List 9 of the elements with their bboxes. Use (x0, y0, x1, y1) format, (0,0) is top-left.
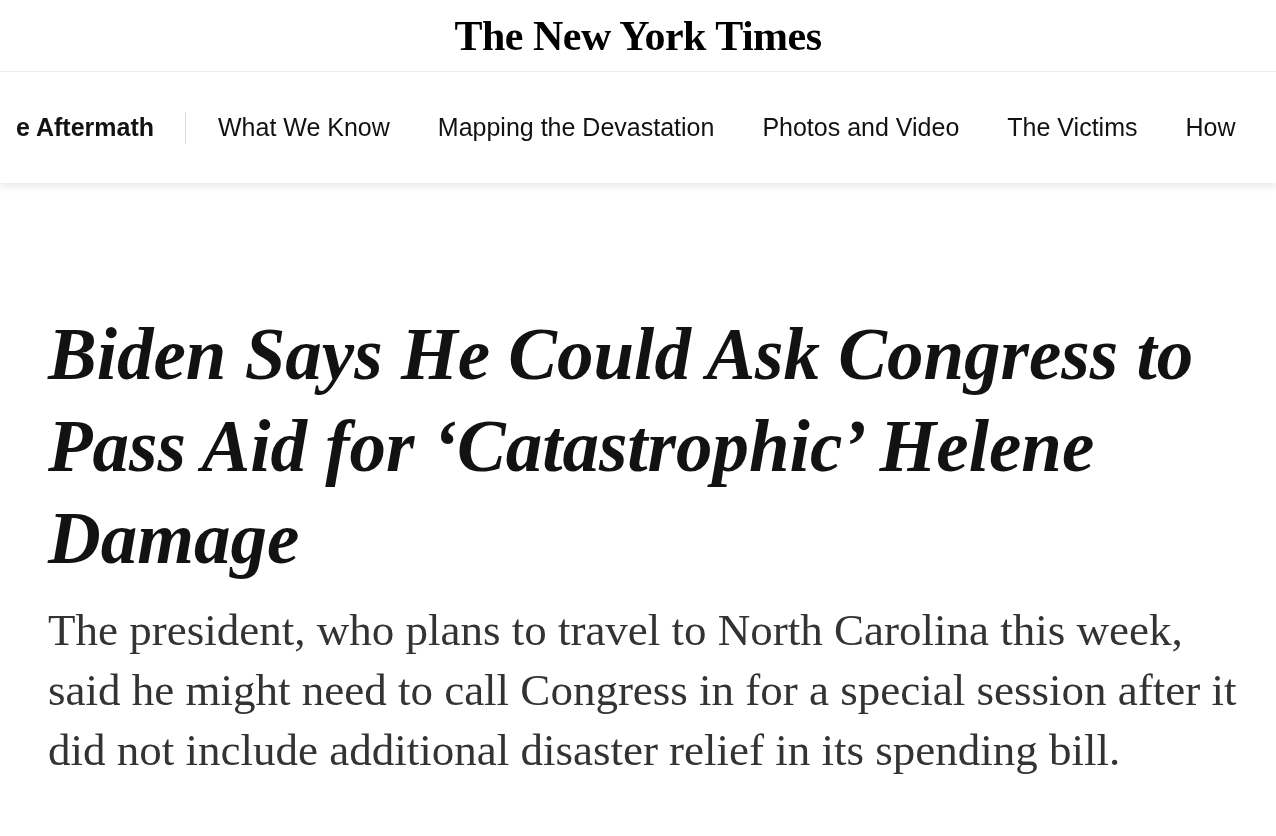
nav-link[interactable]: The Victims (1007, 113, 1138, 142)
headline: Biden Says He Could Ask Congress to Pass Aid for ‘Catastrophic’ Helene Damage (48, 313, 1195, 581)
nav-link[interactable]: What We Know (218, 113, 390, 142)
section-title[interactable]: e Aftermath (16, 113, 154, 142)
article-summary: The president, who plans to travel to North Carolina this week, said he might need to call Congress in for a special session after it did not include additional disaster relief in its spending bill. (48, 604, 1238, 777)
nav-link[interactable]: Mapping the Devastation (437, 113, 715, 142)
nav-link[interactable]: How (1185, 113, 1236, 142)
masthead-logo[interactable]: The New York Times (454, 14, 822, 57)
nav-link[interactable]: Photos and Video (762, 113, 960, 142)
